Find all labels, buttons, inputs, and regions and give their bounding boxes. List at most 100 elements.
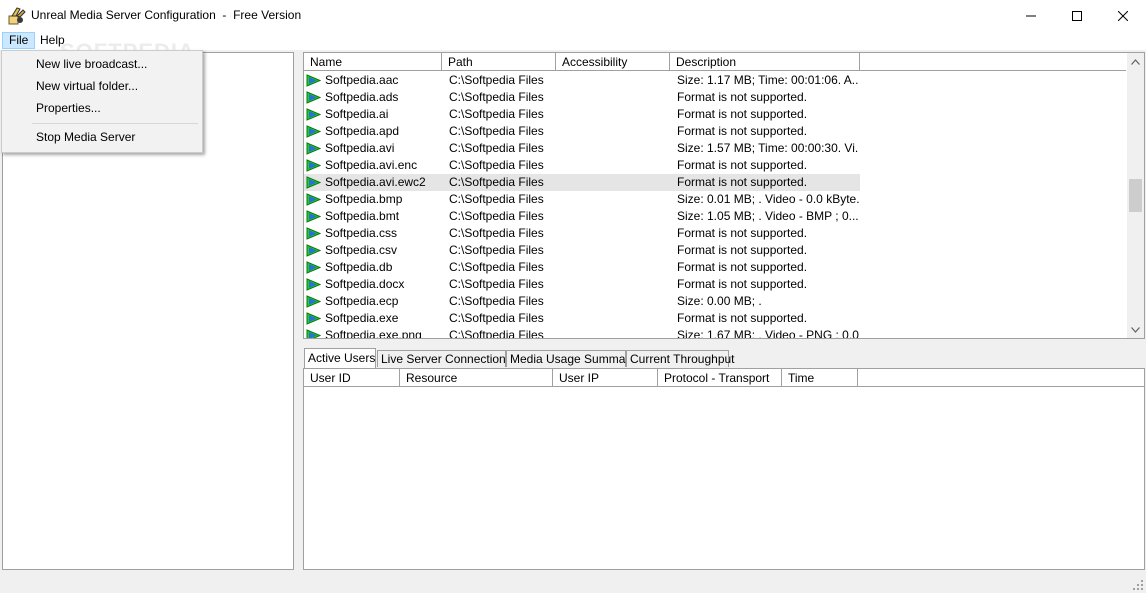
cell-description: Format is not supported. [677,260,808,274]
menu-file[interactable]: File [2,32,36,49]
column-header-description[interactable]: Description [670,53,860,71]
column-header-time[interactable]: Time [782,369,858,387]
column-header-filler [860,53,1126,71]
minimize-icon [1026,15,1036,16]
cell-description: Format is not supported. [677,107,808,121]
table-row[interactable]: Softpedia.bmt C:\Softpedia Files Size: 1.0… [304,208,1126,225]
cell-description: Format is not supported. [677,226,808,240]
media-file-icon [306,295,321,308]
active-users-list[interactable]: User ID Resource User IP Protocol - Tran… [303,368,1145,570]
maximize-icon [1072,10,1082,21]
media-file-icon [306,159,321,172]
cell-accessibility [563,89,673,106]
column-header-resource[interactable]: Resource [400,369,553,387]
cell-name: Softpedia.ads [325,90,399,104]
column-header-user-ip[interactable]: User IP [553,369,658,387]
close-icon [1118,10,1128,21]
cell-accessibility [563,225,673,242]
cell-name: Softpedia.apd [325,124,400,138]
menu-item-stop-media-server[interactable]: Stop Media Server [2,126,200,148]
cell-accessibility [563,157,673,174]
cell-accessibility [563,208,673,225]
tab-live-server-connections[interactable]: Live Server Connections [377,350,512,367]
cell-description: Format is not supported. [677,311,808,325]
chevron-up-icon [1131,58,1140,65]
cell-path: C:\Softpedia Files [449,328,544,339]
table-row[interactable]: Softpedia.aac C:\Softpedia Files Size: 1.1… [304,72,1126,89]
table-row[interactable]: Softpedia.avi C:\Softpedia Files Size: 1.5… [304,140,1126,157]
table-row[interactable]: Softpedia.bmp C:\Softpedia Files Size: 0.0… [304,191,1126,208]
cell-description: Size: 1.05 MB; . Video - BMP ; 0.... [677,209,859,223]
cell-path: C:\Softpedia Files [449,141,544,155]
cell-accessibility [563,293,673,310]
column-header-protocol-transport[interactable]: Protocol - Transport [658,369,782,387]
column-header-name[interactable]: Name [304,53,442,71]
cell-name: Softpedia.avi [325,141,395,155]
table-row[interactable]: Softpedia.apd C:\Softpedia Files Format is… [304,123,1126,140]
menu-item-properties[interactable]: Properties... [2,97,200,119]
table-row[interactable]: Softpedia.ecp C:\Softpedia Files Size: 0.0… [304,293,1126,310]
media-file-icon [306,227,321,240]
cell-path: C:\Softpedia Files [449,277,544,291]
cell-accessibility [563,191,673,208]
cell-path: C:\Softpedia Files [449,73,544,87]
tab-media-usage-summary[interactable]: Media Usage Summary [506,350,635,367]
media-file-icon [306,278,321,291]
table-row[interactable]: Softpedia.ai C:\Softpedia Files Format is … [304,106,1126,123]
cell-accessibility [563,276,673,293]
media-file-icon [306,142,321,155]
table-row[interactable]: Softpedia.css C:\Softpedia Files Format is… [304,225,1126,242]
resize-grip-icon[interactable] [1132,579,1144,591]
cell-path: C:\Softpedia Files [449,192,544,206]
cell-name: Softpedia.avi.ewc2 [325,175,426,189]
scroll-up-button[interactable] [1127,53,1144,70]
table-row[interactable]: Softpedia.db C:\Softpedia Files Format is … [304,259,1126,276]
tab-active-users[interactable]: Active Users [304,348,376,368]
cell-path: C:\Softpedia Files [449,243,544,257]
file-menu-dropdown: New live broadcast... New virtual folder… [1,50,203,153]
cell-name: Softpedia.exe [325,311,399,325]
maximize-button[interactable] [1054,0,1100,31]
column-header-path[interactable]: Path [442,53,556,71]
cell-path: C:\Softpedia Files [449,209,544,223]
table-row[interactable]: Softpedia.docx C:\Softpedia Files Format i… [304,276,1126,293]
files-list-scrollbar[interactable] [1127,53,1144,338]
scroll-thumb[interactable] [1129,179,1142,212]
tab-current-throughput[interactable]: Current Throughput [626,350,735,367]
files-list[interactable]: Name Path Accessibility Description Soft… [303,52,1145,339]
column-header-accessibility[interactable]: Accessibility [556,53,670,71]
cell-accessibility [563,106,673,123]
title-bar[interactable]: Unreal Media Server Configuration - Free… [0,0,1146,31]
cell-name: Softpedia.exe.png [325,328,422,339]
scroll-down-button[interactable] [1127,321,1144,338]
table-row[interactable]: Softpedia.csv C:\Softpedia Files Format is… [304,242,1126,259]
table-row[interactable]: Softpedia.exe.png C:\Softpedia Files Size:… [304,327,1126,339]
cell-accessibility [563,327,673,338]
table-row[interactable]: Softpedia.exe C:\Softpedia Files Format is… [304,310,1126,327]
menu-item-new-live-broadcast[interactable]: New live broadcast... [2,53,200,75]
cell-description: Format is not supported. [677,243,808,257]
media-file-icon [306,329,321,338]
cell-path: C:\Softpedia Files [449,107,544,121]
cell-accessibility [563,72,673,89]
table-row[interactable]: Softpedia.ads C:\Softpedia Files Format is… [304,89,1126,106]
column-header-user-id[interactable]: User ID [304,369,400,387]
cell-path: C:\Softpedia Files [449,226,544,240]
media-file-icon [306,176,321,189]
table-row[interactable]: Softpedia.avi.ewc2 C:\Softpedia Files Form… [304,174,1126,191]
cell-description: Size: 0.00 MB; . [677,294,762,308]
cell-name: Softpedia.aac [325,73,399,87]
chevron-down-icon [1131,326,1140,333]
menu-item-new-virtual-folder[interactable]: New virtual folder... [2,75,200,97]
media-file-icon [306,261,321,274]
minimize-button[interactable] [1008,0,1054,31]
cell-description: Format is not supported. [677,277,808,291]
media-file-icon [306,91,321,104]
media-file-icon [306,312,321,325]
close-button[interactable] [1100,0,1146,31]
cell-path: C:\Softpedia Files [449,311,544,325]
cell-accessibility [563,242,673,259]
cell-name: Softpedia.bmp [325,192,403,206]
cell-name: Softpedia.bmt [325,209,400,223]
table-row[interactable]: Softpedia.avi.enc C:\Softpedia Files Forma… [304,157,1126,174]
